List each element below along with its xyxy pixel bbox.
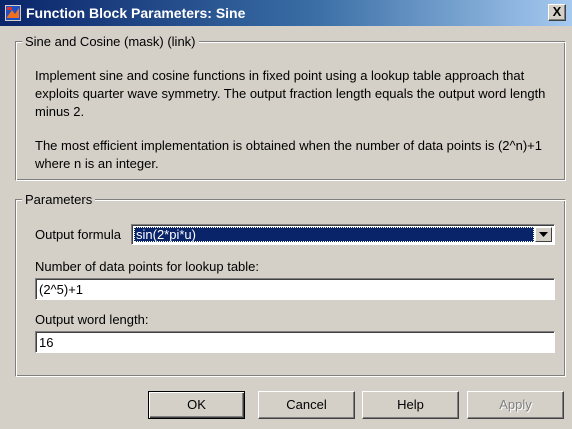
output-formula-label: Output formula xyxy=(35,227,121,242)
parameters-group-legend: Parameters xyxy=(22,192,96,207)
chevron-down-icon xyxy=(539,232,548,237)
title-bar[interactable]: Function Block Parameters: Sine X xyxy=(0,0,572,26)
output-formula-selected-value: sin(2*pi*u) xyxy=(134,227,534,242)
description-paragraph-2: The most efficient implementation is obt… xyxy=(35,138,543,171)
output-formula-dropdown[interactable]: sin(2*pi*u) xyxy=(131,224,555,245)
data-points-input[interactable] xyxy=(35,278,555,300)
description-group-legend: Sine and Cosine (mask) (link) xyxy=(22,34,199,49)
apply-button[interactable]: Apply xyxy=(467,391,564,419)
simulink-block-icon xyxy=(5,5,21,21)
data-points-label: Number of data points for lookup table: xyxy=(35,259,260,274)
window-title: Function Block Parameters: Sine xyxy=(26,5,246,21)
word-length-input[interactable] xyxy=(35,331,555,353)
word-length-label: Output word length: xyxy=(35,312,149,327)
description-paragraph-1: Implement sine and cosine functions in f… xyxy=(35,68,546,119)
dialog-window: Function Block Parameters: Sine X Sine a… xyxy=(0,0,572,429)
dropdown-arrow-button[interactable] xyxy=(535,227,552,242)
help-button[interactable]: Help xyxy=(362,391,459,419)
ok-button[interactable]: OK xyxy=(148,391,245,419)
close-button[interactable]: X xyxy=(548,4,566,21)
close-icon: X xyxy=(552,4,562,19)
cancel-button[interactable]: Cancel xyxy=(258,391,355,419)
